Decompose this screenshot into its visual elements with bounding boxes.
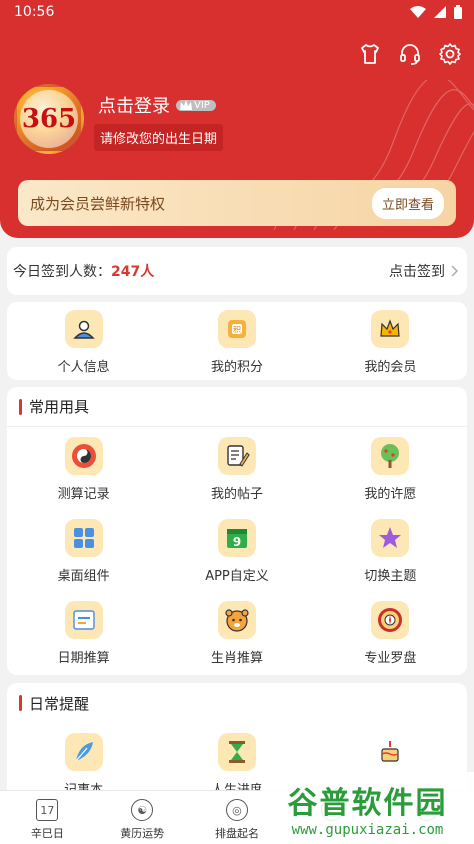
settings-icon[interactable] xyxy=(436,40,464,68)
battery-icon xyxy=(454,5,462,19)
member-view-button[interactable]: 立即查看 xyxy=(371,187,444,219)
crown-icon xyxy=(371,310,410,348)
person-icon xyxy=(64,310,103,348)
quick-actions: 个人信息 积 我的积分 我的会员 xyxy=(7,302,467,380)
calendar-icon: 17 xyxy=(36,799,59,821)
tool-item-theme[interactable]: 切换主题 xyxy=(314,509,467,591)
signin-count: 247人 xyxy=(111,264,155,280)
post-icon xyxy=(217,437,256,475)
tool-item-date-calc[interactable]: 日期推算 xyxy=(7,591,160,673)
wifi-icon xyxy=(410,6,426,18)
widget-icon xyxy=(64,519,103,557)
birthdate-hint[interactable]: 请修改您的出生日期 xyxy=(94,124,224,151)
signal-icon xyxy=(434,6,446,18)
ball-icon: ◎ xyxy=(225,799,248,821)
date-calc-icon xyxy=(64,601,103,639)
tab-almanac[interactable]: ☯ 黄历运势 xyxy=(95,791,190,844)
tool-item-posts[interactable]: 我的帖子 xyxy=(160,427,313,509)
signin-button[interactable]: 点击签到 xyxy=(389,261,459,281)
headset-icon[interactable] xyxy=(396,40,424,68)
remind-title: 日常提醒 xyxy=(7,683,467,723)
quick-item-membership[interactable]: 我的会员 xyxy=(314,302,467,380)
tools-section: 常用用具 测算记录 我的帖子 我的许愿 桌面组件 9 APP自定义 切换主题 日… xyxy=(7,387,467,675)
tool-item-zodiac[interactable]: 生肖推算 xyxy=(160,591,313,673)
login-link[interactable]: 点击登录 VIP xyxy=(98,92,216,118)
crown-icon xyxy=(180,100,192,110)
tool-item-widgets[interactable]: 桌面组件 xyxy=(7,509,160,591)
status-time: 10:56 xyxy=(14,4,55,20)
tool-item-wishes[interactable]: 我的许愿 xyxy=(314,427,467,509)
tool-item-compass[interactable]: 专业罗盘 xyxy=(314,591,467,673)
feather-icon xyxy=(64,733,103,771)
member-banner[interactable]: 成为会员尝鲜新特权 立即查看 xyxy=(18,180,456,226)
vip-badge: VIP xyxy=(176,99,216,111)
bagua-icon xyxy=(64,437,103,475)
avatar-logo: 365 xyxy=(20,90,78,148)
cake-icon xyxy=(371,733,410,771)
svg-text:积: 积 xyxy=(233,325,241,335)
signin-count-text: 今日签到人数：247人 xyxy=(13,264,155,280)
yinyang-icon: ☯ xyxy=(131,799,154,821)
status-bar: 10:56 xyxy=(0,0,474,26)
member-text: 成为会员尝鲜新特权 xyxy=(30,194,166,213)
quick-item-points[interactable]: 积 我的积分 xyxy=(160,302,313,380)
tool-item-app-custom[interactable]: 9 APP自定义 xyxy=(160,509,313,591)
hourglass-icon xyxy=(217,733,256,771)
tshirt-icon[interactable] xyxy=(356,40,384,68)
wish-tree-icon xyxy=(371,437,410,475)
tab-calendar[interactable]: 17 辛巳日 xyxy=(0,791,95,844)
compass-icon xyxy=(371,601,410,639)
quick-item-profile[interactable]: 个人信息 xyxy=(7,302,160,380)
profile-header: 10:56 365 点击登录 VIP 请修改您的出生日期 成为会员尝鲜新特权 立… xyxy=(0,0,474,238)
tools-title: 常用用具 xyxy=(7,387,467,427)
avatar[interactable]: 365 xyxy=(14,84,84,154)
points-icon: 积 xyxy=(217,310,256,348)
tiger-icon xyxy=(217,601,256,639)
svg-text:9: 9 xyxy=(233,535,241,549)
calendar-9-icon: 9 xyxy=(217,519,256,557)
login-label: 点击登录 xyxy=(98,96,170,117)
star-icon xyxy=(371,519,410,557)
tool-item-records[interactable]: 测算记录 xyxy=(7,427,160,509)
watermark: 谷普软件园 www.gupuxiazai.com xyxy=(261,772,474,844)
signin-card: 今日签到人数：247人 点击签到 xyxy=(7,247,467,295)
chevron-right-icon xyxy=(451,265,459,277)
